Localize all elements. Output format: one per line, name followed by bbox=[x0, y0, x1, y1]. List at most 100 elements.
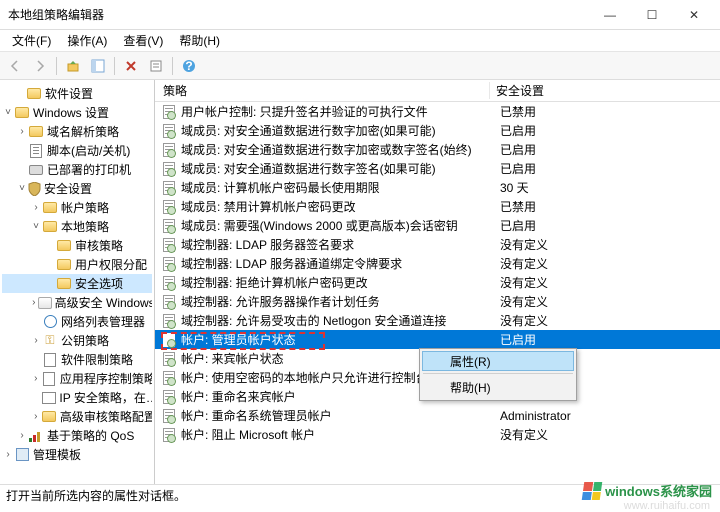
tree-node-app-control[interactable]: ›应用程序控制策略 bbox=[2, 369, 152, 388]
policy-row[interactable]: 域控制器: LDAP 服务器通道绑定令牌要求没有定义 bbox=[155, 254, 720, 273]
show-tree-button[interactable] bbox=[87, 55, 109, 77]
svg-text:?: ? bbox=[185, 59, 192, 73]
policy-icon bbox=[161, 218, 177, 234]
tree-node-name-resolution[interactable]: › 域名解析策略 bbox=[2, 122, 152, 141]
policy-row[interactable]: 域成员: 对安全通道数据进行数字加密或数字签名(始终)已启用 bbox=[155, 140, 720, 159]
folder-icon bbox=[42, 219, 58, 235]
tree-node-admin-templates[interactable]: › 管理模板 bbox=[2, 445, 152, 464]
policy-row[interactable]: 域成员: 需要强(Windows 2000 或更高版本)会话密钥已启用 bbox=[155, 216, 720, 235]
tree-node-ip-security[interactable]: IP 安全策略，在… bbox=[2, 388, 152, 407]
menu-file[interactable]: 文件(F) bbox=[4, 30, 59, 51]
tree-node-advanced-audit[interactable]: › 高级审核策略配置 bbox=[2, 407, 152, 426]
folder-icon bbox=[42, 200, 58, 216]
policy-setting: 没有定义 bbox=[496, 255, 720, 272]
forward-button[interactable] bbox=[29, 55, 51, 77]
expand-icon[interactable]: ˅ bbox=[16, 183, 28, 195]
policy-name: 帐户: 阻止 Microsoft 帐户 bbox=[181, 426, 496, 443]
toolbar-separator bbox=[114, 57, 115, 75]
folder-icon bbox=[56, 276, 72, 292]
expand-icon[interactable]: › bbox=[2, 449, 14, 461]
expand-icon[interactable]: › bbox=[16, 430, 28, 442]
tree-node-software-restriction[interactable]: 软件限制策略 bbox=[2, 350, 152, 369]
policy-name: 域控制器: LDAP 服务器签名要求 bbox=[181, 236, 496, 253]
expand-icon[interactable]: › bbox=[16, 126, 28, 138]
context-menu-properties[interactable]: 属性(R) bbox=[422, 351, 574, 371]
up-button[interactable] bbox=[62, 55, 84, 77]
tree-label: 域名解析策略 bbox=[47, 123, 119, 140]
expand-icon[interactable]: › bbox=[30, 202, 42, 214]
tree-label: 高级审核策略配置 bbox=[60, 408, 152, 425]
maximize-button[interactable]: ☐ bbox=[640, 3, 664, 27]
policy-row[interactable]: 域控制器: 允许易受攻击的 Netlogon 安全通道连接没有定义 bbox=[155, 311, 720, 330]
tree-label: 管理模板 bbox=[33, 446, 81, 463]
expand-icon[interactable]: ˅ bbox=[30, 221, 42, 233]
context-menu-help[interactable]: 帮助(H) bbox=[422, 376, 574, 398]
tree-label: 脚本(启动/关机) bbox=[47, 142, 130, 159]
watermark-url: www.ruihaifu.com bbox=[624, 500, 710, 512]
policy-row[interactable]: 域控制器: 允许服务器操作者计划任务没有定义 bbox=[155, 292, 720, 311]
tree-node-network-list[interactable]: 网络列表管理器 bbox=[2, 312, 152, 331]
tree-node-qos[interactable]: ›基于策略的 QoS bbox=[2, 426, 152, 445]
tree-panel: 软件设置 ˅Windows 设置 › 域名解析策略 脚本(启动/关机) 已部署的打… bbox=[0, 80, 155, 484]
shield-icon bbox=[28, 182, 41, 196]
column-security[interactable]: 安全设置 bbox=[490, 82, 720, 99]
template-icon bbox=[14, 447, 30, 463]
tree-node-account-policies[interactable]: ›帐户策略 bbox=[2, 198, 152, 217]
column-policy[interactable]: 策略 bbox=[155, 82, 490, 99]
menu-view[interactable]: 查看(V) bbox=[115, 30, 171, 51]
policy-list[interactable]: 用户帐户控制: 只提升签名并验证的可执行文件已禁用域成员: 对安全通道数据进行数… bbox=[155, 102, 720, 484]
minimize-button[interactable]: — bbox=[598, 3, 622, 27]
tree-node-advanced-security[interactable]: ›高级安全 Windows Defender bbox=[2, 293, 152, 312]
policy-row[interactable]: 帐户: 重命名系统管理员帐户Administrator bbox=[155, 406, 720, 425]
window-title: 本地组策略编辑器 bbox=[8, 6, 598, 23]
tree-label: 审核策略 bbox=[75, 237, 123, 254]
tree-node-security-settings[interactable]: ˅安全设置 bbox=[2, 179, 152, 198]
back-button[interactable] bbox=[4, 55, 26, 77]
navigation-tree[interactable]: 软件设置 ˅Windows 设置 › 域名解析策略 脚本(启动/关机) 已部署的打… bbox=[2, 82, 152, 464]
help-button[interactable]: ? bbox=[178, 55, 200, 77]
expand-icon[interactable]: ˅ bbox=[2, 107, 14, 119]
folder-icon bbox=[14, 105, 30, 121]
tree-label: IP 安全策略，在… bbox=[59, 389, 152, 406]
expand-icon[interactable]: › bbox=[30, 335, 42, 347]
key-icon: ⚿ bbox=[42, 333, 58, 349]
policy-row[interactable]: 帐户: 管理员帐户状态已启用 bbox=[155, 330, 720, 349]
tree-node-security-options[interactable]: 安全选项 bbox=[2, 274, 152, 293]
tree-label: 本地策略 bbox=[61, 218, 109, 235]
expand-icon[interactable]: › bbox=[30, 411, 42, 423]
menu-help[interactable]: 帮助(H) bbox=[171, 30, 228, 51]
expand-icon[interactable]: › bbox=[30, 373, 42, 385]
tree-node-printers[interactable]: 已部署的打印机 bbox=[2, 160, 152, 179]
tree-node-user-rights[interactable]: 用户权限分配 bbox=[2, 255, 152, 274]
close-button[interactable]: ✕ bbox=[682, 3, 706, 27]
menu-action[interactable]: 操作(A) bbox=[59, 30, 115, 51]
policy-row[interactable]: 域成员: 计算机帐户密码最长使用期限30 天 bbox=[155, 178, 720, 197]
policy-icon bbox=[161, 161, 177, 177]
properties-button[interactable] bbox=[145, 55, 167, 77]
policy-row[interactable]: 域成员: 对安全通道数据进行数字加密(如果可能)已启用 bbox=[155, 121, 720, 140]
delete-button[interactable] bbox=[120, 55, 142, 77]
ip-icon bbox=[41, 390, 56, 406]
tree-label: 安全选项 bbox=[75, 275, 123, 292]
content-area: 软件设置 ˅Windows 设置 › 域名解析策略 脚本(启动/关机) 已部署的打… bbox=[0, 80, 720, 484]
titlebar: 本地组策略编辑器 — ☐ ✕ bbox=[0, 0, 720, 30]
expand-icon[interactable]: › bbox=[30, 297, 38, 309]
tree-node-software-settings[interactable]: 软件设置 bbox=[2, 84, 152, 103]
policy-row[interactable]: 域控制器: 拒绝计算机帐户密码更改没有定义 bbox=[155, 273, 720, 292]
policy-row[interactable]: 域成员: 对安全通道数据进行数字签名(如果可能)已启用 bbox=[155, 159, 720, 178]
list-header: 策略 安全设置 bbox=[155, 80, 720, 102]
tree-node-windows-settings[interactable]: ˅Windows 设置 bbox=[2, 103, 152, 122]
tree-node-local-policies[interactable]: ˅ 本地策略 bbox=[2, 217, 152, 236]
policy-icon bbox=[42, 371, 57, 387]
policy-icon bbox=[161, 275, 177, 291]
policy-row[interactable]: 用户帐户控制: 只提升签名并验证的可执行文件已禁用 bbox=[155, 102, 720, 121]
tree-label: 网络列表管理器 bbox=[61, 313, 145, 330]
tree-node-audit-policy[interactable]: 审核策略 bbox=[2, 236, 152, 255]
policy-row[interactable]: 域控制器: LDAP 服务器签名要求没有定义 bbox=[155, 235, 720, 254]
policy-icon bbox=[161, 123, 177, 139]
policy-name: 域控制器: 拒绝计算机帐户密码更改 bbox=[181, 274, 496, 291]
policy-row[interactable]: 域成员: 禁用计算机帐户密码更改已禁用 bbox=[155, 197, 720, 216]
tree-node-scripts[interactable]: 脚本(启动/关机) bbox=[2, 141, 152, 160]
tree-node-public-key[interactable]: ›⚿公钥策略 bbox=[2, 331, 152, 350]
policy-row[interactable]: 帐户: 阻止 Microsoft 帐户没有定义 bbox=[155, 425, 720, 444]
